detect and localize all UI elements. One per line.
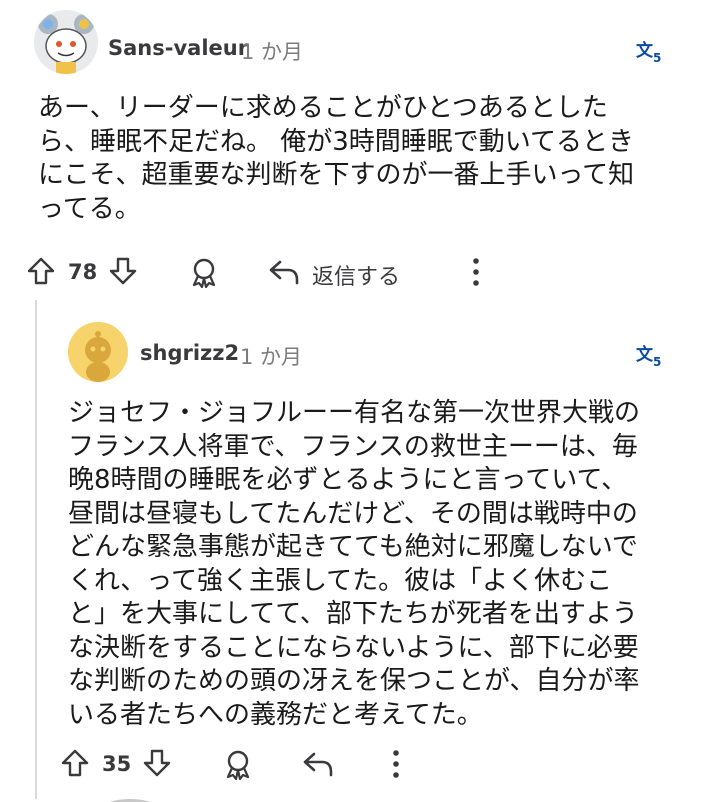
thread-line[interactable] bbox=[35, 300, 37, 799]
username[interactable]: shgrizz2 bbox=[140, 341, 239, 365]
downvote-icon[interactable] bbox=[108, 256, 138, 290]
comment-body-line: あー、リーダーに求めることがひとつあるとした bbox=[38, 93, 608, 123]
comment-body-line: くれ、って強く主張してた。彼は「よく休むこ bbox=[68, 565, 613, 596]
award-icon[interactable] bbox=[188, 256, 220, 292]
more-icon[interactable] bbox=[386, 748, 406, 784]
avatar[interactable] bbox=[68, 322, 128, 382]
upvote-icon[interactable] bbox=[26, 256, 56, 290]
next-comment-avatar bbox=[100, 792, 160, 802]
comment-body-line: な決断をすることにならないように、部下に必要 bbox=[68, 632, 639, 663]
svg-text:文: 文 bbox=[636, 40, 654, 61]
downvote-icon[interactable] bbox=[142, 748, 172, 782]
avatar[interactable] bbox=[34, 10, 98, 74]
comment-body-line: な判断のための頭の冴えを保つことが、自分が率 bbox=[68, 666, 640, 696]
comment-body-line: どんな緊急事態が起きてても絶対に邪魔しないで bbox=[68, 532, 638, 562]
comment-body: ジョセフ・ジョフルーー有名な第一次世界大戦の フランス人将軍で、フランスの救世主… bbox=[68, 397, 640, 732]
svg-text:5: 5 bbox=[653, 355, 661, 369]
svg-text:文: 文 bbox=[636, 344, 654, 365]
vote-count: 35 bbox=[102, 752, 132, 776]
snoo-avatar-icon bbox=[34, 10, 98, 74]
comment-body-line: にこそ、超重要な判断を下すのが一番上手いって知 bbox=[38, 160, 635, 190]
snoo-avatar-icon bbox=[68, 322, 128, 382]
timestamp: 1 か月 bbox=[240, 345, 303, 369]
reply-icon[interactable] bbox=[268, 258, 300, 290]
comment-body-line: ってる。 bbox=[38, 193, 141, 224]
more-icon[interactable] bbox=[466, 256, 486, 292]
comment-body-line: ら、睡眠不足だね。 俺が3時間睡眠で動いてるとき bbox=[38, 126, 635, 157]
svg-text:5: 5 bbox=[653, 51, 661, 65]
comment-body: あー、リーダーに求めることがひとつあるとした ら、睡眠不足だね。 俺が3時間睡眠… bbox=[38, 92, 634, 226]
timestamp: 1 か月 bbox=[241, 40, 304, 64]
comment-body-line: いる者たちへの義務だと考えてた。 bbox=[68, 699, 483, 730]
comment-body-line: フランス人将軍で、フランスの救世主ーーは、毎 bbox=[68, 431, 638, 462]
username[interactable]: Sans-valeur bbox=[108, 36, 248, 60]
upvote-icon[interactable] bbox=[60, 748, 90, 782]
comment-body-line: と」を大事にしてて、部下たちが死者を出すよう bbox=[68, 599, 638, 629]
reply-button[interactable]: 返信する bbox=[312, 259, 400, 291]
award-icon[interactable] bbox=[222, 748, 254, 784]
translate-icon[interactable]: 文 5 bbox=[634, 340, 664, 370]
comment-body-line: ジョセフ・ジョフルーー有名な第一次世界大戦の bbox=[68, 398, 641, 428]
reply-icon[interactable] bbox=[302, 750, 334, 782]
vote-count: 78 bbox=[68, 260, 98, 284]
comment-body-line: 昼間は昼寝もしてたんだけど、その間は戦時中の bbox=[68, 498, 638, 529]
comment-body-line: 晩8時間の睡眠を必ずとるようにと言っていて、 bbox=[68, 465, 628, 495]
translate-icon[interactable]: 文 5 bbox=[634, 36, 664, 66]
